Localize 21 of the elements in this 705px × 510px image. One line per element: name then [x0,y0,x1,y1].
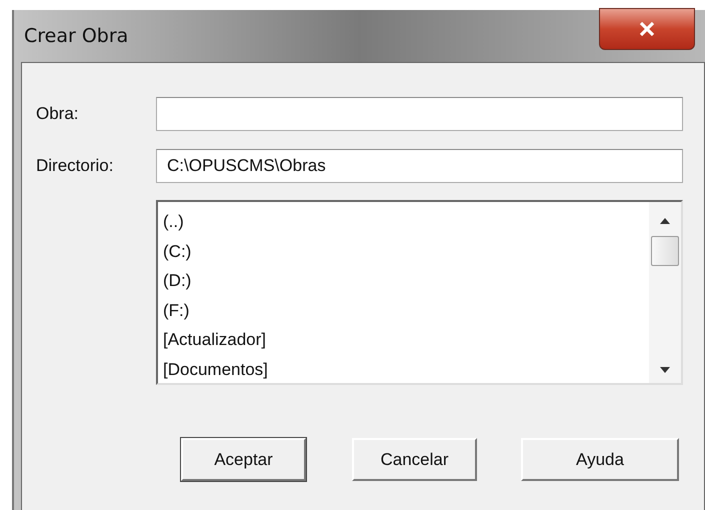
close-button[interactable] [599,8,695,50]
list-item[interactable]: (F:) [163,296,649,326]
window-title: Crear Obra [24,25,128,47]
field-label: Obra: [35,104,80,124]
list-item[interactable]: (..) [163,208,649,238]
list-item[interactable]: [Actualizador] [163,326,649,356]
scrollbar[interactable] [649,202,681,383]
scroll-thumb[interactable] [651,236,679,266]
scroll-up-icon[interactable] [660,218,670,224]
list-item[interactable]: [Documentos] [163,356,649,385]
scroll-down-icon[interactable] [660,367,670,373]
dialog-button[interactable]: Ayuda [521,438,679,481]
dialog-button[interactable]: Aceptar [181,438,306,481]
dialog-button[interactable]: Cancelar [352,438,477,481]
list-item[interactable]: (D:) [163,267,649,296]
input-field[interactable]: C:\OPUSCMS\Obras [156,149,683,183]
field-label: Directorio: [35,156,114,176]
file-list[interactable]: (..) (C:) (D:) (F:) [Actualizador] [Documentos] [156,200,683,385]
input-field[interactable] [156,97,683,131]
list-item[interactable]: (C:) [163,238,649,267]
close-icon [639,22,655,36]
